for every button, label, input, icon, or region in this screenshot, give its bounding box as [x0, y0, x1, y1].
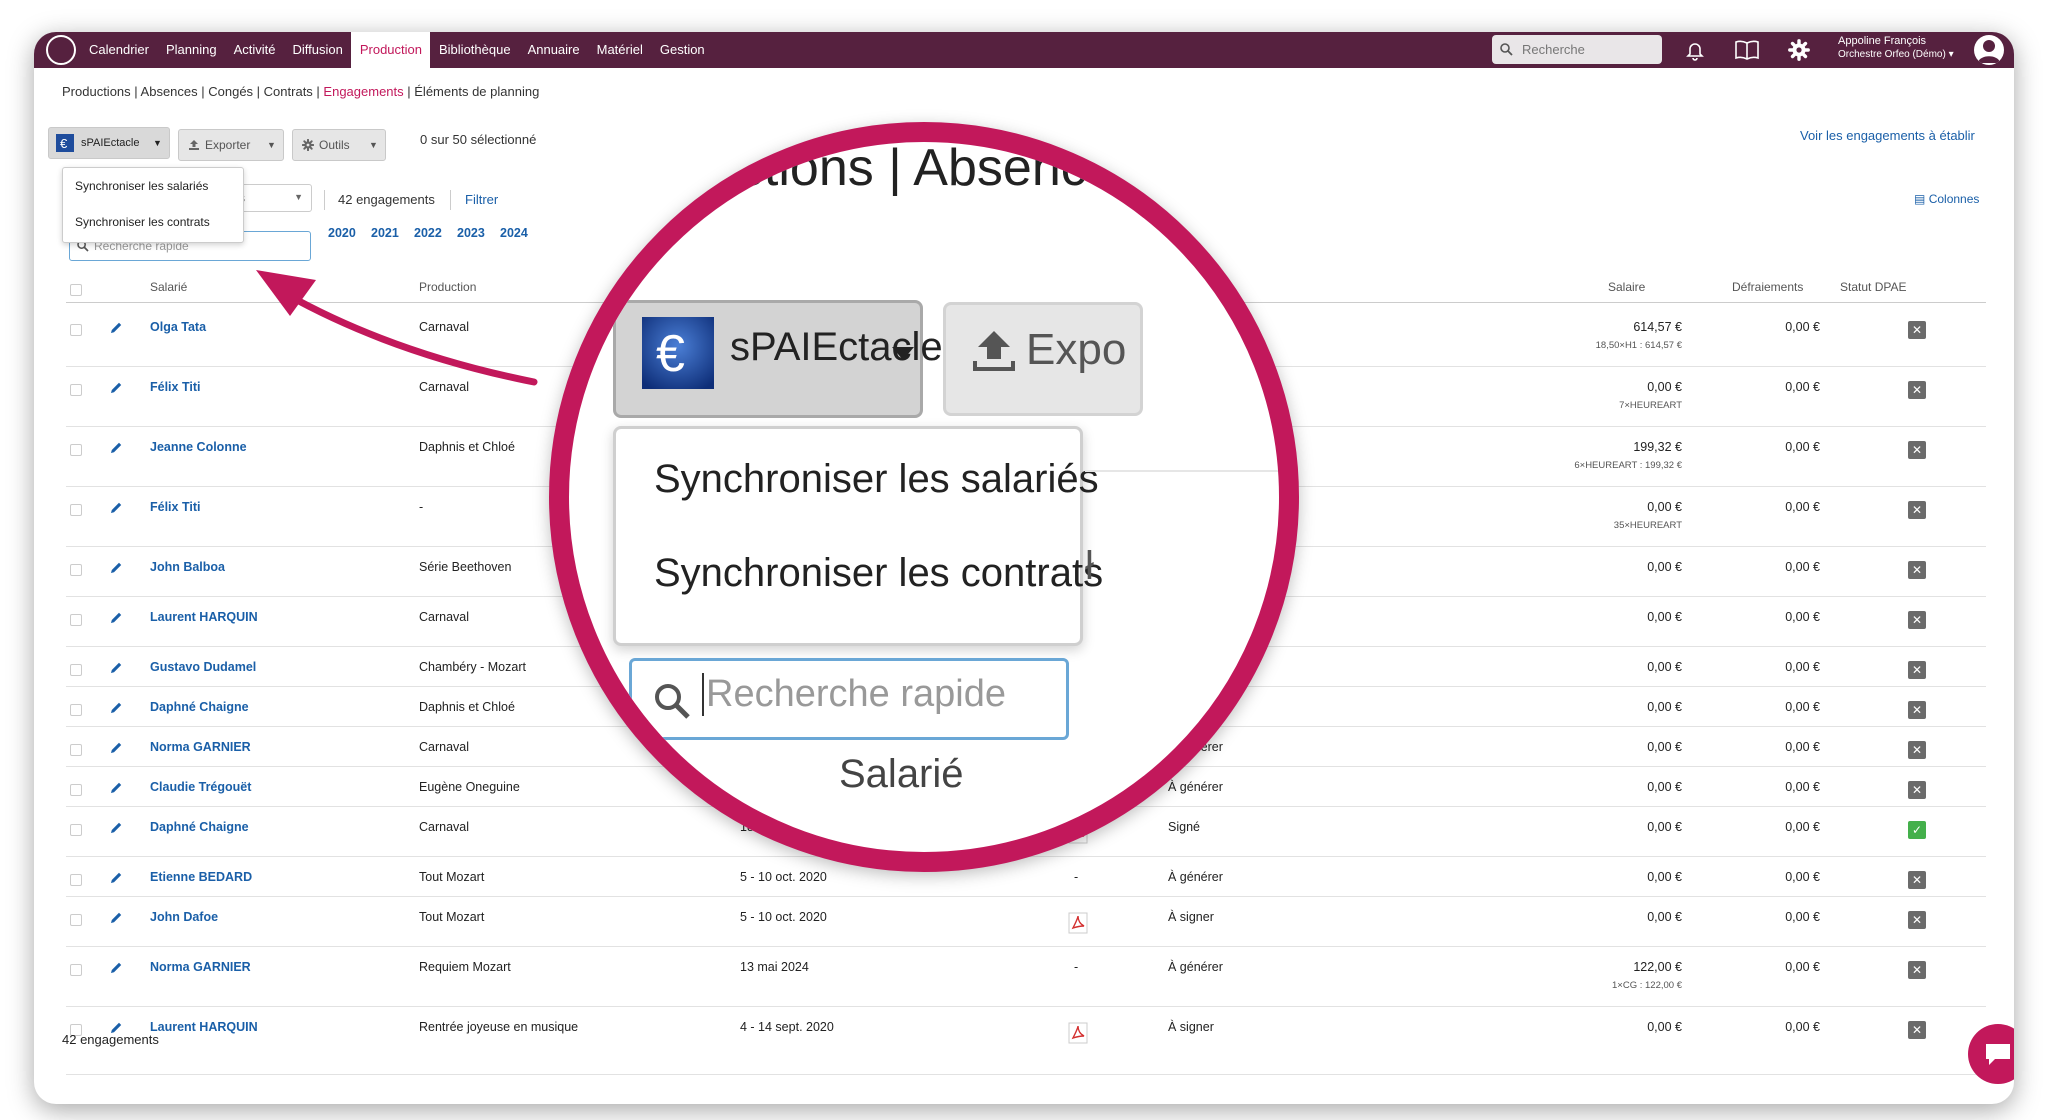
upload-icon [973, 331, 1015, 371]
app-window: Calendrier Planning Activité Diffusion Produ… [34, 32, 2014, 1104]
mag-dropdown-menu: Synchroniser les salariés Synchroniser l… [613, 426, 1103, 646]
svg-text:€: € [656, 325, 685, 383]
mag-sync-salaries: Synchroniser les salariés [654, 457, 1099, 501]
zoom-magnifier: uctions | Absences | € sPAIEctacle Expo … [549, 122, 1299, 872]
mag-row-line [1085, 470, 1279, 472]
mag-exporter-label: Expo [1026, 325, 1127, 374]
search-icon [655, 684, 690, 719]
mag-sync-contrats: Synchroniser les contrats [654, 551, 1104, 595]
mag-fragment: ł [1085, 544, 1094, 588]
caret-down-icon [892, 347, 914, 360]
mag-quick-search: Recherche rapide [629, 658, 1069, 740]
mag-header-salarie: Salarié [839, 752, 964, 796]
mag-quick-search-placeholder: Recherche rapide [702, 673, 1006, 716]
euro-logo-icon: € [642, 317, 714, 389]
mag-exporter-button: Expo [943, 302, 1143, 416]
mag-breadcrumb: uctions | Absences | [709, 139, 1170, 197]
mag-spaiectacle-button: € sPAIEctacle [613, 300, 943, 418]
